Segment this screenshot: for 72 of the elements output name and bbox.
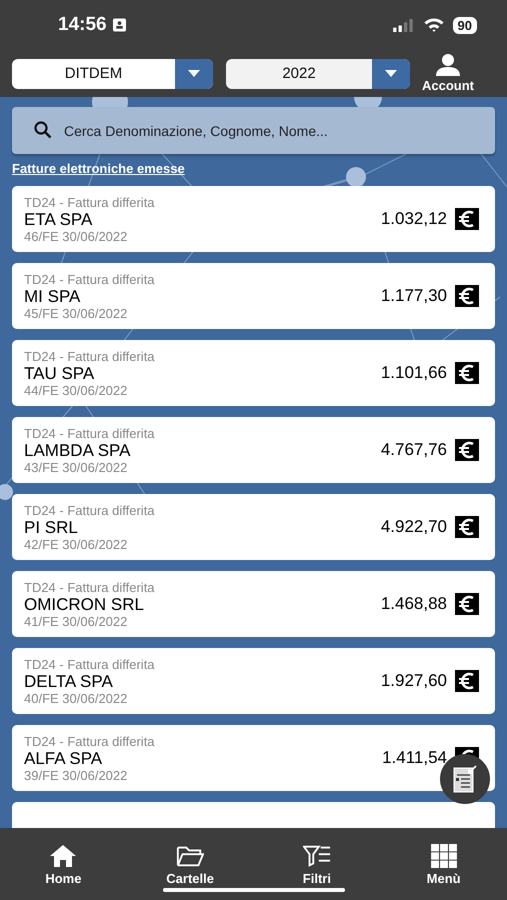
id-card-icon [112,18,126,32]
invoice-type: TD24 - Fattura differita [24,194,156,210]
customer-name: LAMBDA SPA [24,440,132,460]
euro-icon [455,208,479,230]
customer-name: TAU SPA [24,364,96,382]
document-icon [453,765,477,793]
invoice-card[interactable]: TD24 - Fattura differita MI SPA 45/FE 30/06/2022 1.177,30 [12,263,495,329]
invoice-amount: 1.468,88 [380,594,447,614]
invoice-amount: 4.767,76 [380,440,447,460]
invoice-type: TD24 - Fattura differita [24,348,156,364]
invoice-number: 44/FE 30/06/2022 [24,382,128,398]
invoice-card[interactable]: TD24 - Fattura differita TAU SPA 44/FE 30/06/2022 1.101,66 [12,340,495,406]
customer-name: ETA SPA [24,210,94,228]
nav-item[interactable]: Cartelle [126,844,254,886]
euro-icon [455,593,479,615]
invoice-type: TD24 - Fattura differita [24,272,156,286]
invoice-card[interactable]: TD24 - Fattura differita PI SRL 42/FE 30/06/2022 4.922,70 [12,494,495,560]
network-node [0,484,13,500]
invoice-number: 46/FE 30/06/2022 [24,228,128,244]
network-node [346,167,366,187]
euro-icon [455,362,479,384]
invoice-card[interactable]: TD24 - Fattura differita DELTA SPA 40/FE 30/06/2022 1.927,60 [12,648,495,714]
folder-icon [176,844,204,868]
invoice-amount: 1.032,12 [380,209,447,229]
invoice-type: TD24 - Fattura differita [24,426,156,440]
nav-item[interactable]: Menù [380,844,507,886]
person-icon [436,54,460,76]
status-time: 14:56 [58,14,107,36]
customer-name: MI SPA [24,286,82,306]
section-link[interactable]: Fatture elettroniche emesse [12,161,185,176]
invoice-number: 42/FE 30/06/2022 [24,536,128,552]
invoice-amount: 1.411,54 [382,748,447,768]
company-dropdown[interactable]: DITDEM [12,58,213,88]
search-field[interactable]: Cerca Denominazione, Cognome, Nome... [12,107,495,154]
invoice-card[interactable]: TD24 - Fattura differita ALFA SPA 39/FE 30/06/2022 1.411,54 [12,725,495,791]
invoice-number: 43/FE 30/06/2022 [24,460,128,474]
caret-icon [188,70,200,77]
year-dropdown[interactable]: 2022 [226,58,410,88]
invoice-amount: 4.922,70 [380,517,447,537]
euro-icon [455,670,479,692]
filter-icon [302,844,331,868]
customer-name: PI SRL [24,518,79,536]
nav-item[interactable]: Home [0,844,127,886]
home-icon [49,844,78,868]
customer-name: ALFA SPA [24,748,104,768]
invoice-type: TD24 - Fattura differita [24,502,156,518]
customer-name: OMICRON SRL [24,594,145,614]
signal-icon [392,18,415,32]
invoice-card[interactable]: TD24 - Fattura differita ETA SPA 46/FE 30/06/2022 1.032,12 [12,186,495,252]
invoice-number: 45/FE 30/06/2022 [24,306,128,320]
invoice-type: TD24 - Fattura differita [24,734,156,748]
account-button[interactable]: Account [422,54,474,93]
invoice-amount: 1.177,30 [380,286,447,306]
customer-name: DELTA SPA [24,672,114,690]
grid-icon [430,844,458,868]
invoice-card[interactable]: TD24 - Fattura differita LAMBDA SPA 43/FE 30/06/2022 4.767,76 [12,417,495,483]
search-icon [34,121,52,139]
euro-icon [455,285,479,307]
invoice-amount: 1.927,60 [380,671,447,691]
invoice-card[interactable]: TD24 - Fattura differita OMICRON SRL 41/FE 30/06/2022 1.468,88 [12,571,495,637]
invoice-number: 41/FE 30/06/2022 [24,614,128,628]
invoice-type: TD24 - Fattura differita [24,656,156,672]
invoice-type: TD24 - Fattura differita [24,580,156,594]
euro-icon [455,516,479,538]
wifi-icon [422,17,445,33]
invoice-amount: 1.101,66 [380,363,447,383]
caret-icon [385,70,397,77]
invoice-number: 39/FE 30/06/2022 [24,768,128,782]
euro-icon [455,439,479,461]
battery-indicator: 90 [452,16,477,34]
invoice-number: 40/FE 30/06/2022 [24,690,128,706]
nav-item[interactable]: Filtri [254,844,380,886]
